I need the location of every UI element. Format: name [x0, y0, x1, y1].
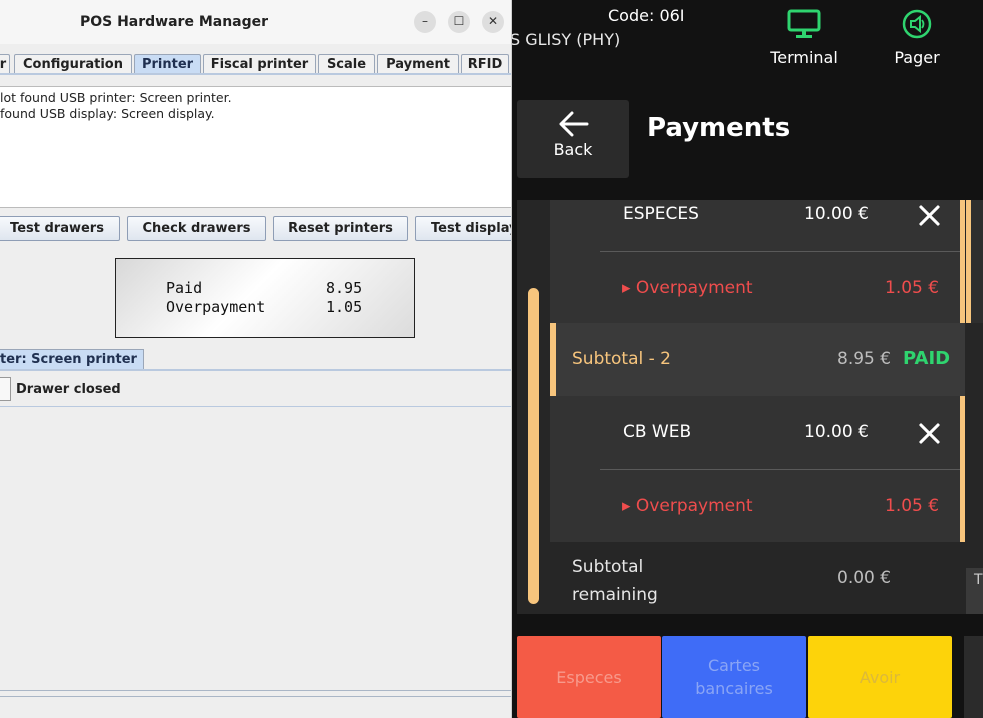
bottom-divider — [0, 690, 511, 691]
display-label: Paid — [166, 279, 203, 297]
bottom-divider — [0, 696, 511, 697]
drawer-checkbox[interactable] — [0, 377, 11, 401]
terminal-code: Code: 06I — [608, 6, 685, 25]
log-line: found USB display: Screen display. — [0, 106, 215, 121]
reset-printers-button[interactable]: Reset printers — [273, 216, 408, 241]
tab-partial[interactable]: r — [0, 54, 10, 74]
test-display-button[interactable]: Test display — [415, 216, 511, 241]
side-tab[interactable]: T — [966, 568, 983, 614]
arrow-left-icon — [559, 111, 589, 137]
subtotal-remaining-line1: Subtotal — [572, 557, 644, 577]
overpayment-amount: 1.05 € — [885, 278, 940, 298]
row-divider — [600, 469, 960, 470]
avoir-button[interactable]: Avoir — [808, 636, 952, 718]
tab-underline — [0, 73, 511, 75]
payment-card-cb-web: CB WEB 10.00 € ▸ Overpayment 1.05 € — [550, 396, 965, 542]
payment-method: CB WEB — [623, 422, 692, 442]
subtotal-amount: 8.95 € — [837, 349, 892, 369]
cartes-label-line2: bancaires — [695, 679, 773, 698]
window-titlebar[interactable]: POS Hardware Manager – ☐ ✕ — [0, 0, 511, 44]
subtotal-label: Subtotal - 2 — [572, 349, 671, 369]
payment-method: ESPECES — [623, 204, 699, 224]
tab-configuration[interactable]: Configuration — [14, 54, 132, 74]
display-label: Overpayment — [166, 298, 266, 316]
minimize-button[interactable]: – — [414, 11, 436, 33]
store-name: S GLISY (PHY) — [510, 30, 621, 49]
terminal-button[interactable]: Terminal — [754, 8, 854, 67]
drawer-status: Drawer closed — [16, 382, 121, 397]
cartes-label-line1: Cartes — [707, 656, 760, 675]
overpayment-label: ▸ Overpayment — [622, 278, 753, 298]
close-icon[interactable] — [917, 203, 941, 227]
customer-display: Paid 8.95 Overpayment 1.05 — [115, 258, 415, 338]
subtotal-remaining-line2: remaining — [572, 585, 658, 605]
display-row-overpayment: Overpayment — [166, 298, 265, 316]
test-drawers-button[interactable]: Test drawers — [0, 216, 120, 241]
pager-icon — [902, 9, 932, 39]
terminal-label: Terminal — [770, 48, 838, 67]
extra-payment-button[interactable] — [964, 636, 983, 718]
back-label: Back — [553, 140, 593, 159]
back-button[interactable]: Back — [517, 100, 629, 178]
subtotal-remaining-label: Subtotal remaining — [572, 553, 658, 609]
especes-button[interactable]: Especes — [517, 636, 661, 718]
tab-scale[interactable]: Scale — [318, 54, 375, 74]
printer-subtab[interactable]: ter: Screen printer — [0, 349, 144, 370]
row-divider — [600, 251, 960, 252]
cartes-bancaires-button[interactable]: Cartes bancaires — [662, 636, 806, 718]
pager-button[interactable]: Pager — [867, 8, 967, 67]
payment-amount: 10.00 € — [804, 204, 869, 224]
side-panel-edge — [966, 200, 983, 323]
tab-payment[interactable]: Payment — [377, 54, 459, 74]
window-title: POS Hardware Manager — [79, 14, 269, 30]
close-icon[interactable] — [917, 421, 941, 445]
payment-amount: 10.00 € — [804, 422, 869, 442]
paid-status-badge: PAID — [903, 348, 951, 369]
maximize-button[interactable]: ☐ — [448, 11, 470, 33]
payments-scrollbar[interactable] — [528, 288, 539, 604]
subtotal-remaining-amount: 0.00 € — [837, 568, 892, 588]
monitor-icon — [787, 9, 821, 38]
tab-fiscal-printer[interactable]: Fiscal printer — [203, 54, 316, 74]
tab-rfid[interactable]: RFID — [461, 54, 509, 74]
check-drawers-button[interactable]: Check drawers — [127, 216, 266, 241]
hardware-manager-window: POS Hardware Manager – ☐ ✕ r Configurati… — [0, 0, 512, 718]
subtotal-paid-row: Subtotal - 2 8.95 € PAID — [550, 323, 965, 396]
payment-card-especes: ESPECES 10.00 € ▸ Overpayment 1.05 € — [550, 200, 965, 323]
pager-label: Pager — [894, 48, 940, 67]
close-button[interactable]: ✕ — [482, 11, 504, 33]
hardware-tabs: r Configuration Printer Fiscal printer S… — [0, 54, 511, 74]
panel-divider — [0, 406, 511, 407]
overpayment-amount: 1.05 € — [885, 496, 940, 516]
page-title: Payments — [647, 113, 791, 143]
log-line: lot found USB printer: Screen printer. — [0, 90, 232, 105]
overpayment-label: ▸ Overpayment — [622, 496, 753, 516]
tab-printer[interactable]: Printer — [134, 54, 201, 74]
display-row-paid: Paid — [166, 279, 202, 297]
subtotal-remaining-row: Subtotal remaining 0.00 € — [550, 542, 965, 614]
display-value: 8.95 — [326, 279, 363, 297]
display-value: 1.05 — [326, 298, 363, 316]
log-area[interactable]: lot found USB printer: Screen printer. f… — [0, 86, 511, 208]
printer-tab-underline — [0, 369, 511, 371]
